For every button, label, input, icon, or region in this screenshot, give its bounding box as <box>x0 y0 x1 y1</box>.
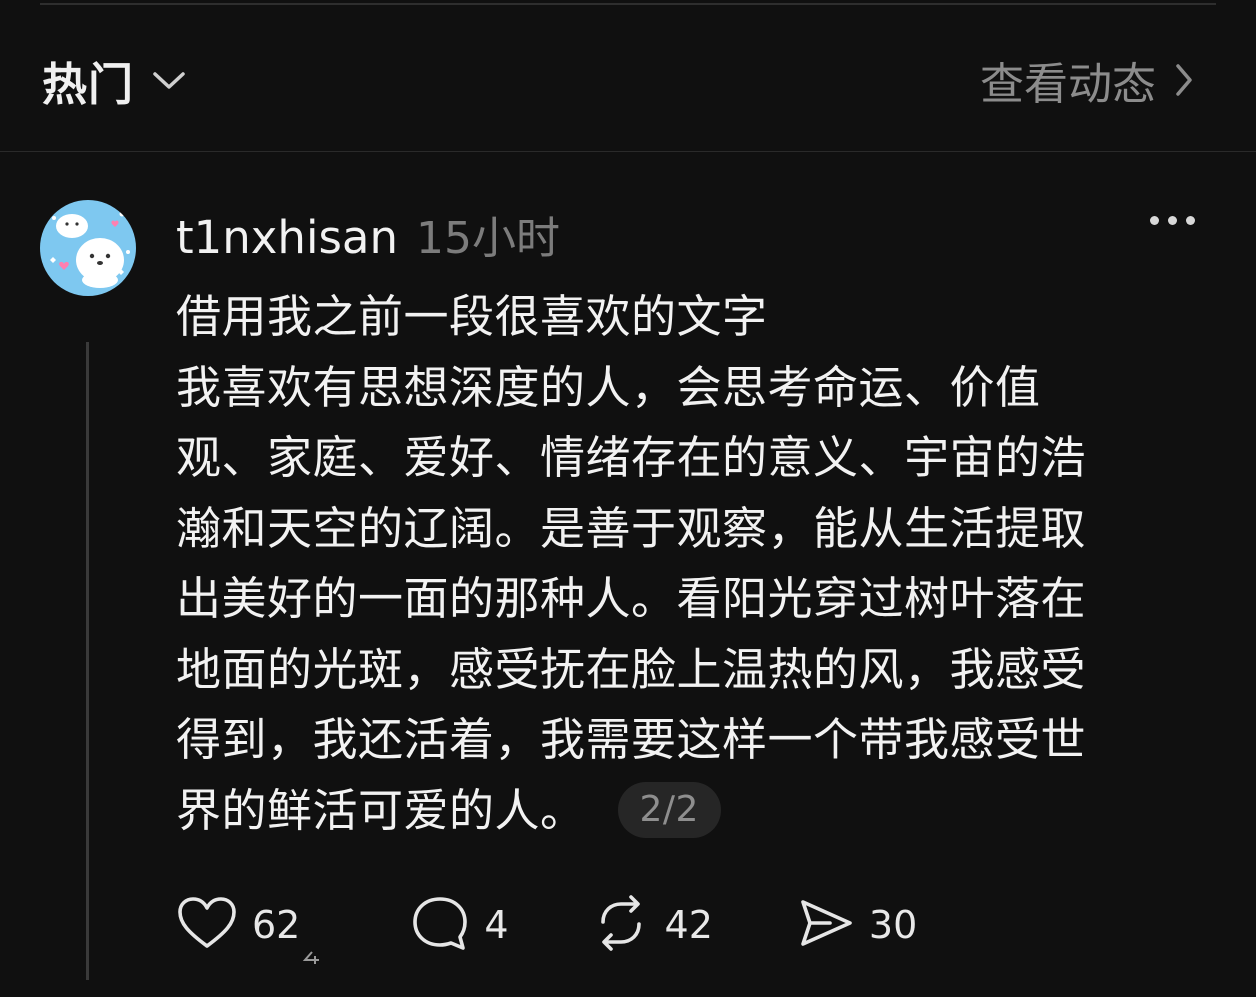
thread-line <box>86 342 89 980</box>
stray-mark <box>302 950 322 964</box>
feed-selector[interactable]: 热门 <box>42 48 186 113</box>
action-bar: 62 4 42 30 <box>176 894 917 956</box>
feed-title: 热门 <box>42 58 135 111</box>
more-dot <box>1150 216 1159 225</box>
chevron-right-icon <box>1174 63 1194 97</box>
post-text-line: 出美好的一面的那种人。看阳光穿过树叶落在 <box>176 572 1087 625</box>
comment-button[interactable]: 4 <box>410 894 509 956</box>
header: 热门 查看动态 <box>0 0 1256 152</box>
post-text-line: 我喜欢有思想深度的人，会思考命运、价值 <box>176 360 1041 414</box>
share-count: 30 <box>868 903 918 947</box>
post-text: 借用我之前一段很喜欢的文字 我喜欢有思想深度的人，会思考命运、价值 观、家庭、爱… <box>176 282 1186 846</box>
chevron-down-icon <box>152 71 186 91</box>
more-dot <box>1186 216 1195 225</box>
heart-icon <box>176 895 238 955</box>
post-text-line: 借用我之前一段很喜欢的文字 <box>176 290 768 343</box>
username[interactable]: t1nxhisan <box>176 211 398 264</box>
like-button[interactable]: 62 <box>176 895 300 955</box>
post-text-line: 观、家庭、爱好、情绪存在的意义、宇宙的浩 <box>176 431 1087 484</box>
post-text-line: 瀚和天空的辽阔。是善于观察，能从生活提取 <box>176 501 1087 555</box>
share-icon <box>797 894 855 956</box>
more-icon[interactable] <box>1150 216 1195 225</box>
repost-count: 42 <box>664 903 713 947</box>
post-time: 15小时 <box>416 213 560 264</box>
repost-button[interactable]: 42 <box>591 894 713 956</box>
post-text-line-last: 界的鲜活可爱的人。 2/2 <box>176 776 1186 847</box>
post-meta: t1nxhisan 15小时 <box>176 202 560 266</box>
post-text-line: 得到，我还活着，我需要这样一个带我感受世 <box>176 713 1087 766</box>
comment-icon <box>410 894 470 956</box>
view-activity-label: 查看动态 <box>980 59 1156 110</box>
repost-icon <box>591 894 651 956</box>
post: t1nxhisan 15小时 借用我之前一段很喜欢的文字 我喜欢有思想深度的人，… <box>0 152 1256 997</box>
page-indicator-badge[interactable]: 2/2 <box>617 781 721 838</box>
avatar[interactable] <box>40 200 136 296</box>
share-button[interactable]: 30 <box>797 894 917 956</box>
post-text-line: 界的鲜活可爱的人。 <box>176 783 586 837</box>
comment-count: 4 <box>484 903 509 947</box>
view-activity-link[interactable]: 查看动态 <box>980 48 1194 112</box>
like-count: 62 <box>252 903 301 947</box>
post-text-line: 地面的光斑，感受抚在脸上温热的风，我感受 <box>176 642 1087 696</box>
more-dot <box>1168 216 1177 225</box>
